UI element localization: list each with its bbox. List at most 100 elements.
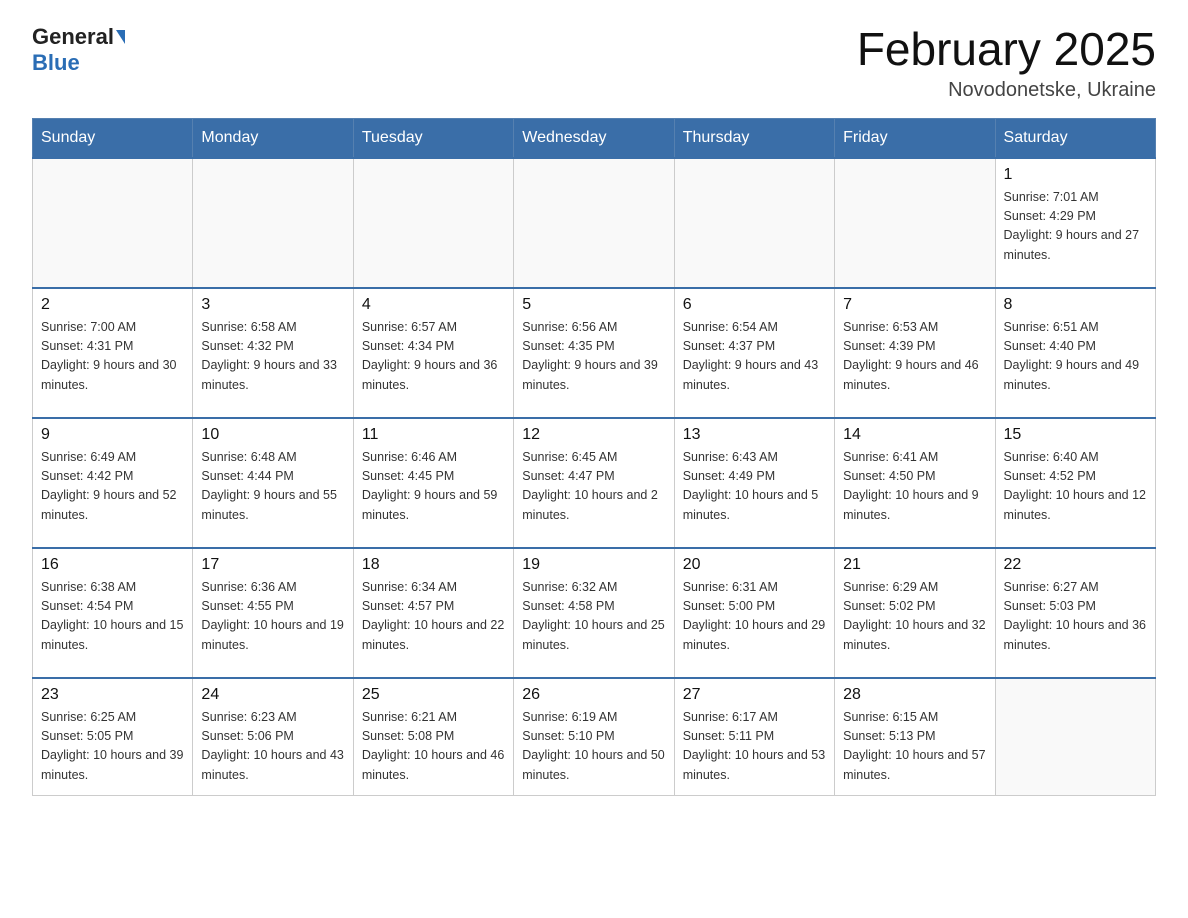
calendar-day-cell: 19 Sunrise: 6:32 AM Sunset: 4:58 PM Dayli… [514, 548, 674, 678]
day-number: 11 [362, 426, 505, 444]
calendar-day-cell: 13 Sunrise: 6:43 AM Sunset: 4:49 PM Dayli… [674, 418, 834, 548]
day-info: Sunrise: 7:01 AM Sunset: 4:29 PM Dayligh… [1004, 188, 1147, 266]
day-info: Sunrise: 6:23 AM Sunset: 5:06 PM Dayligh… [201, 708, 344, 786]
day-number: 12 [522, 426, 665, 444]
day-number: 21 [843, 556, 986, 574]
calendar-day-cell: 17 Sunrise: 6:36 AM Sunset: 4:55 PM Dayli… [193, 548, 353, 678]
day-info: Sunrise: 6:54 AM Sunset: 4:37 PM Dayligh… [683, 318, 826, 396]
calendar-title: February 2025 [857, 24, 1156, 75]
logo-triangle-icon [116, 30, 125, 44]
calendar-day-cell: 4Sunrise: 6:57 AM Sunset: 4:34 PM Daylig… [353, 288, 513, 418]
day-number: 24 [201, 686, 344, 704]
day-info: Sunrise: 6:21 AM Sunset: 5:08 PM Dayligh… [362, 708, 505, 786]
calendar-day-cell: 14 Sunrise: 6:41 AM Sunset: 4:50 PM Dayli… [835, 418, 995, 548]
calendar-day-cell: 16 Sunrise: 6:38 AM Sunset: 4:54 PM Dayli… [33, 548, 193, 678]
calendar-day-cell: 27Sunrise: 6:17 AM Sunset: 5:11 PM Dayli… [674, 678, 834, 796]
logo: General Blue [32, 24, 125, 76]
calendar-day-cell: 20Sunrise: 6:31 AM Sunset: 5:00 PM Dayli… [674, 548, 834, 678]
day-info: Sunrise: 6:43 AM Sunset: 4:49 PM Dayligh… [683, 448, 826, 526]
calendar-day-cell: 18Sunrise: 6:34 AM Sunset: 4:57 PM Dayli… [353, 548, 513, 678]
calendar-table: SundayMondayTuesdayWednesdayThursdayFrid… [32, 118, 1156, 797]
day-number: 16 [41, 556, 184, 574]
calendar-day-cell: 28 Sunrise: 6:15 AM Sunset: 5:13 PM Dayli… [835, 678, 995, 796]
calendar-day-cell: 5 Sunrise: 6:56 AM Sunset: 4:35 PM Daylig… [514, 288, 674, 418]
calendar-day-cell: 25 Sunrise: 6:21 AM Sunset: 5:08 PM Dayli… [353, 678, 513, 796]
calendar-day-cell [33, 158, 193, 288]
calendar-body: 1Sunrise: 7:01 AM Sunset: 4:29 PM Daylig… [33, 158, 1156, 796]
weekday-header-monday: Monday [193, 118, 353, 158]
calendar-day-cell: 15Sunrise: 6:40 AM Sunset: 4:52 PM Dayli… [995, 418, 1155, 548]
day-number: 28 [843, 686, 986, 704]
day-info: Sunrise: 6:51 AM Sunset: 4:40 PM Dayligh… [1004, 318, 1147, 396]
day-number: 13 [683, 426, 826, 444]
calendar-day-cell: 10 Sunrise: 6:48 AM Sunset: 4:44 PM Dayli… [193, 418, 353, 548]
calendar-day-cell: 22Sunrise: 6:27 AM Sunset: 5:03 PM Dayli… [995, 548, 1155, 678]
day-info: Sunrise: 6:25 AM Sunset: 5:05 PM Dayligh… [41, 708, 184, 786]
logo-blue-text: Blue [32, 50, 80, 75]
day-number: 6 [683, 296, 826, 314]
day-info: Sunrise: 6:38 AM Sunset: 4:54 PM Dayligh… [41, 578, 184, 656]
day-number: 4 [362, 296, 505, 314]
day-info: Sunrise: 7:00 AM Sunset: 4:31 PM Dayligh… [41, 318, 184, 396]
day-info: Sunrise: 6:15 AM Sunset: 5:13 PM Dayligh… [843, 708, 986, 786]
calendar-week-row: 1Sunrise: 7:01 AM Sunset: 4:29 PM Daylig… [33, 158, 1156, 288]
weekday-header-tuesday: Tuesday [353, 118, 513, 158]
calendar-week-row: 23 Sunrise: 6:25 AM Sunset: 5:05 PM Dayli… [33, 678, 1156, 796]
calendar-day-cell [193, 158, 353, 288]
calendar-day-cell: 6 Sunrise: 6:54 AM Sunset: 4:37 PM Daylig… [674, 288, 834, 418]
calendar-day-cell: 23 Sunrise: 6:25 AM Sunset: 5:05 PM Dayli… [33, 678, 193, 796]
day-number: 7 [843, 296, 986, 314]
weekday-header-thursday: Thursday [674, 118, 834, 158]
page-header: General Blue February 2025 Novodonetske,… [32, 24, 1156, 102]
day-number: 23 [41, 686, 184, 704]
calendar-week-row: 9 Sunrise: 6:49 AM Sunset: 4:42 PM Daylig… [33, 418, 1156, 548]
weekday-header-wednesday: Wednesday [514, 118, 674, 158]
day-info: Sunrise: 6:41 AM Sunset: 4:50 PM Dayligh… [843, 448, 986, 526]
day-number: 20 [683, 556, 826, 574]
calendar-day-cell: 9 Sunrise: 6:49 AM Sunset: 4:42 PM Daylig… [33, 418, 193, 548]
day-info: Sunrise: 6:40 AM Sunset: 4:52 PM Dayligh… [1004, 448, 1147, 526]
day-info: Sunrise: 6:17 AM Sunset: 5:11 PM Dayligh… [683, 708, 826, 786]
calendar-day-cell [353, 158, 513, 288]
day-info: Sunrise: 6:49 AM Sunset: 4:42 PM Dayligh… [41, 448, 184, 526]
day-info: Sunrise: 6:46 AM Sunset: 4:45 PM Dayligh… [362, 448, 505, 526]
day-number: 22 [1004, 556, 1147, 574]
day-number: 17 [201, 556, 344, 574]
day-info: Sunrise: 6:45 AM Sunset: 4:47 PM Dayligh… [522, 448, 665, 526]
weekday-header-row: SundayMondayTuesdayWednesdayThursdayFrid… [33, 118, 1156, 158]
calendar-day-cell: 26 Sunrise: 6:19 AM Sunset: 5:10 PM Dayli… [514, 678, 674, 796]
weekday-header-saturday: Saturday [995, 118, 1155, 158]
calendar-day-cell: 1Sunrise: 7:01 AM Sunset: 4:29 PM Daylig… [995, 158, 1155, 288]
day-number: 10 [201, 426, 344, 444]
day-number: 8 [1004, 296, 1147, 314]
day-number: 9 [41, 426, 184, 444]
day-info: Sunrise: 6:48 AM Sunset: 4:44 PM Dayligh… [201, 448, 344, 526]
calendar-day-cell: 2Sunrise: 7:00 AM Sunset: 4:31 PM Daylig… [33, 288, 193, 418]
calendar-day-cell: 24 Sunrise: 6:23 AM Sunset: 5:06 PM Dayli… [193, 678, 353, 796]
title-block: February 2025 Novodonetske, Ukraine [857, 24, 1156, 102]
calendar-header: SundayMondayTuesdayWednesdayThursdayFrid… [33, 118, 1156, 158]
calendar-day-cell: 8 Sunrise: 6:51 AM Sunset: 4:40 PM Daylig… [995, 288, 1155, 418]
day-info: Sunrise: 6:53 AM Sunset: 4:39 PM Dayligh… [843, 318, 986, 396]
day-number: 26 [522, 686, 665, 704]
calendar-week-row: 16 Sunrise: 6:38 AM Sunset: 4:54 PM Dayli… [33, 548, 1156, 678]
day-number: 19 [522, 556, 665, 574]
calendar-day-cell [995, 678, 1155, 796]
calendar-day-cell: 21Sunrise: 6:29 AM Sunset: 5:02 PM Dayli… [835, 548, 995, 678]
calendar-day-cell [674, 158, 834, 288]
day-info: Sunrise: 6:19 AM Sunset: 5:10 PM Dayligh… [522, 708, 665, 786]
calendar-day-cell: 11 Sunrise: 6:46 AM Sunset: 4:45 PM Dayli… [353, 418, 513, 548]
logo-general-text: General [32, 24, 114, 50]
day-info: Sunrise: 6:58 AM Sunset: 4:32 PM Dayligh… [201, 318, 344, 396]
calendar-day-cell [514, 158, 674, 288]
day-info: Sunrise: 6:32 AM Sunset: 4:58 PM Dayligh… [522, 578, 665, 656]
calendar-day-cell: 12 Sunrise: 6:45 AM Sunset: 4:47 PM Dayli… [514, 418, 674, 548]
weekday-header-friday: Friday [835, 118, 995, 158]
day-number: 25 [362, 686, 505, 704]
day-number: 18 [362, 556, 505, 574]
day-number: 14 [843, 426, 986, 444]
calendar-week-row: 2Sunrise: 7:00 AM Sunset: 4:31 PM Daylig… [33, 288, 1156, 418]
day-info: Sunrise: 6:56 AM Sunset: 4:35 PM Dayligh… [522, 318, 665, 396]
day-info: Sunrise: 6:36 AM Sunset: 4:55 PM Dayligh… [201, 578, 344, 656]
day-number: 5 [522, 296, 665, 314]
